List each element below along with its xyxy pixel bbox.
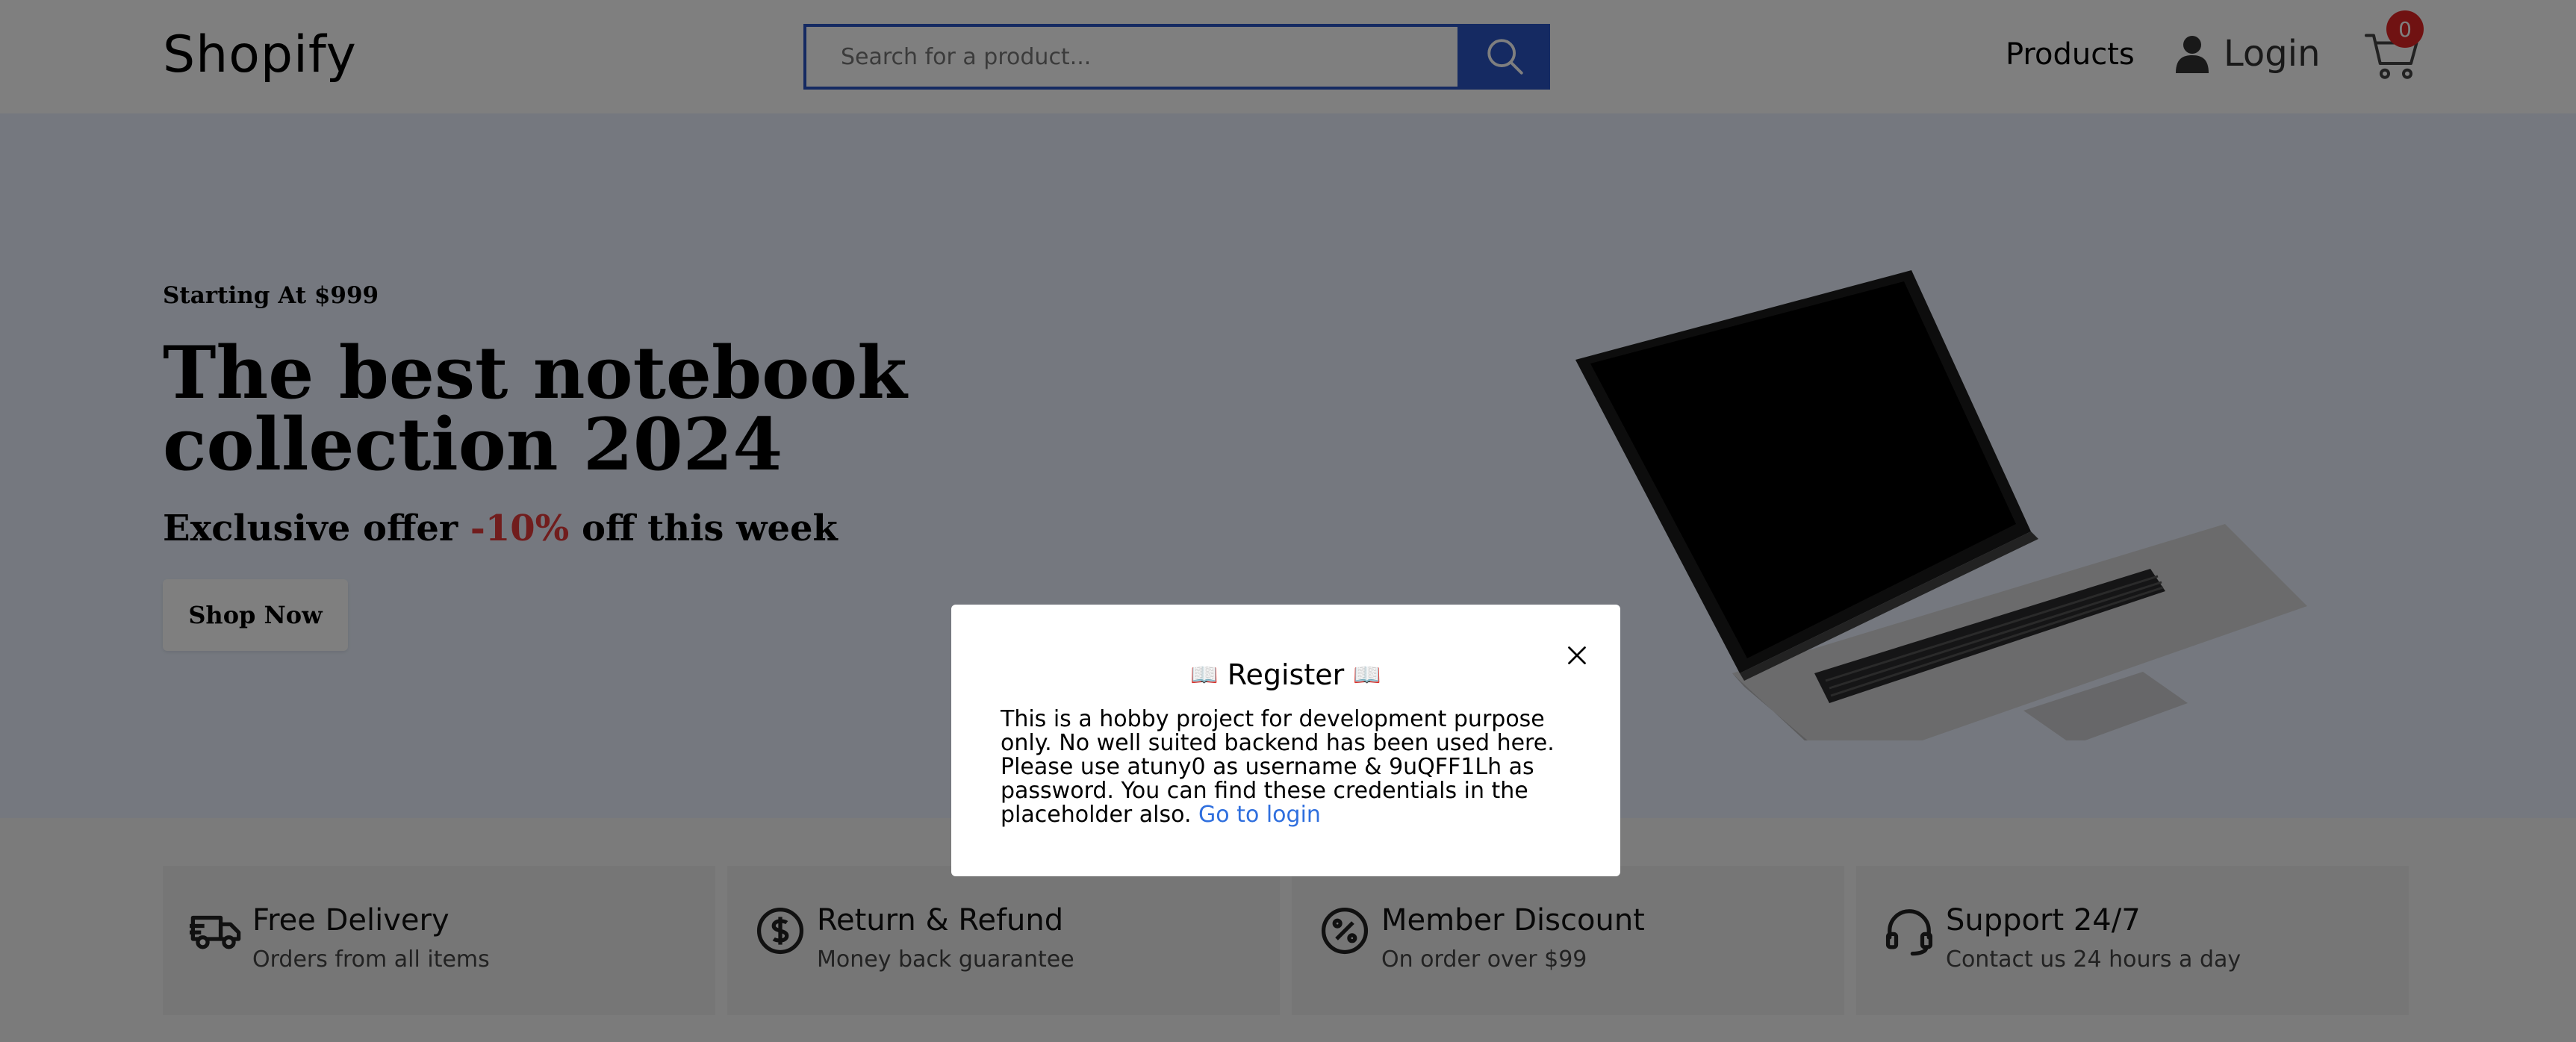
modal-title: 📖 Register 📖 — [951, 658, 1620, 691]
register-modal: 📖 Register 📖 This is a hobby project for… — [951, 605, 1620, 876]
modal-backdrop[interactable] — [0, 0, 2576, 1042]
modal-body: This is a hobby project for development … — [1001, 708, 1568, 827]
modal-title-text: Register — [1227, 658, 1345, 691]
go-to-login-link[interactable]: Go to login — [1198, 802, 1321, 828]
book-icon: 📖 — [1190, 661, 1219, 688]
book-icon: 📖 — [1353, 661, 1381, 688]
